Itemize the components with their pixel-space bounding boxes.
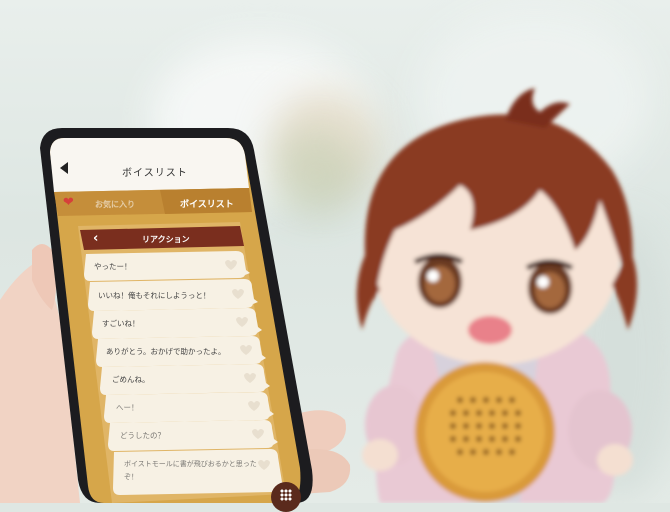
grid-icon <box>280 489 292 501</box>
grid-menu-button[interactable] <box>271 482 301 512</box>
voice-item[interactable]: ごめんね。 <box>112 374 150 385</box>
bubble-shapes <box>84 251 286 495</box>
voice-item[interactable]: すごいね！ <box>102 318 140 329</box>
voice-item[interactable]: ボイストモールに書が飛びおるかと思ったぞ！ <box>124 458 264 484</box>
voice-item[interactable]: いいね！俺もそれにしようっと！ <box>98 290 210 301</box>
voice-item[interactable]: へー！ <box>116 402 139 413</box>
voice-item[interactable]: どうしたの？ <box>120 430 165 441</box>
voice-item[interactable]: やったー！ <box>94 261 132 272</box>
voice-item[interactable]: ありがとう。おかげで助かったよ。 <box>106 346 226 357</box>
